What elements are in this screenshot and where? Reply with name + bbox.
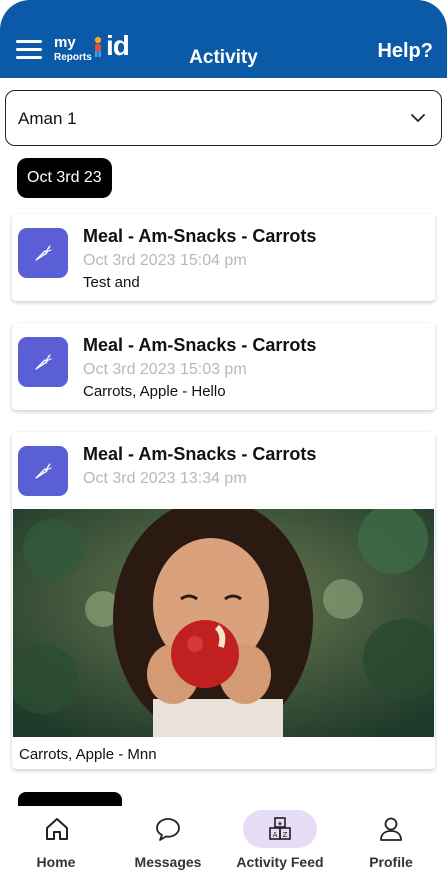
carrot-icon xyxy=(35,354,52,370)
child-eating-apple-photo xyxy=(13,509,434,737)
nav-home[interactable]: Home xyxy=(14,806,98,884)
child-select-dropdown[interactable]: Aman 1 xyxy=(5,90,442,146)
activity-note: Test and xyxy=(83,274,140,291)
activity-card[interactable]: Meal - Am-Snacks - Carrots Oct 3rd 2023 … xyxy=(12,323,435,410)
nav-profile[interactable]: Profile xyxy=(346,806,436,884)
nav-messages[interactable]: Messages xyxy=(124,806,212,884)
app-header: my Reports id Activity Help? xyxy=(0,0,447,78)
activity-card[interactable]: Meal - Am-Snacks - Carrots Oct 3rd 2023 … xyxy=(12,432,435,769)
svg-text:★: ★ xyxy=(277,821,282,828)
activity-timestamp: Oct 3rd 2023 15:04 pm xyxy=(83,252,247,269)
bottom-navigation: Home Messages ★ A Z Activity Feed Profil… xyxy=(0,806,447,884)
date-chip: Oct 3rd 23 xyxy=(17,158,112,198)
user-icon xyxy=(380,817,402,841)
abc-blocks-icon: ★ A Z xyxy=(269,817,291,840)
date-chip xyxy=(18,792,122,806)
svg-text:Z: Z xyxy=(283,831,288,839)
nav-home-label: Home xyxy=(36,854,76,870)
nav-activity-feed-label: Activity Feed xyxy=(236,854,324,870)
activity-note: Carrots, Apple - Hello xyxy=(83,383,226,400)
activity-card[interactable]: Meal - Am-Snacks - Carrots Oct 3rd 2023 … xyxy=(12,214,435,301)
activity-photo[interactable] xyxy=(13,509,434,737)
child-select-value: Aman 1 xyxy=(18,109,77,128)
activity-title: Meal - Am-Snacks - Carrots xyxy=(83,226,317,246)
activity-type-badge xyxy=(18,228,68,278)
activity-title: Meal - Am-Snacks - Carrots xyxy=(83,444,317,464)
carrot-icon xyxy=(35,245,52,261)
activity-caption: Carrots, Apple - Mnn xyxy=(19,746,157,763)
home-icon xyxy=(46,818,68,840)
svg-text:A: A xyxy=(273,831,278,839)
carrot-icon xyxy=(35,463,52,479)
activity-type-badge xyxy=(18,337,68,387)
help-button[interactable]: Help? xyxy=(377,40,433,63)
chevron-down-icon xyxy=(411,114,425,122)
nav-activity-feed[interactable]: ★ A Z Activity Feed xyxy=(230,806,330,884)
nav-profile-label: Profile xyxy=(369,854,413,870)
activity-timestamp: Oct 3rd 2023 15:03 pm xyxy=(83,361,247,378)
activity-type-badge xyxy=(18,446,68,496)
chat-bubble-icon xyxy=(156,818,180,841)
nav-messages-label: Messages xyxy=(134,854,202,870)
activity-title: Meal - Am-Snacks - Carrots xyxy=(83,335,317,355)
activity-timestamp: Oct 3rd 2023 13:34 pm xyxy=(83,470,247,487)
